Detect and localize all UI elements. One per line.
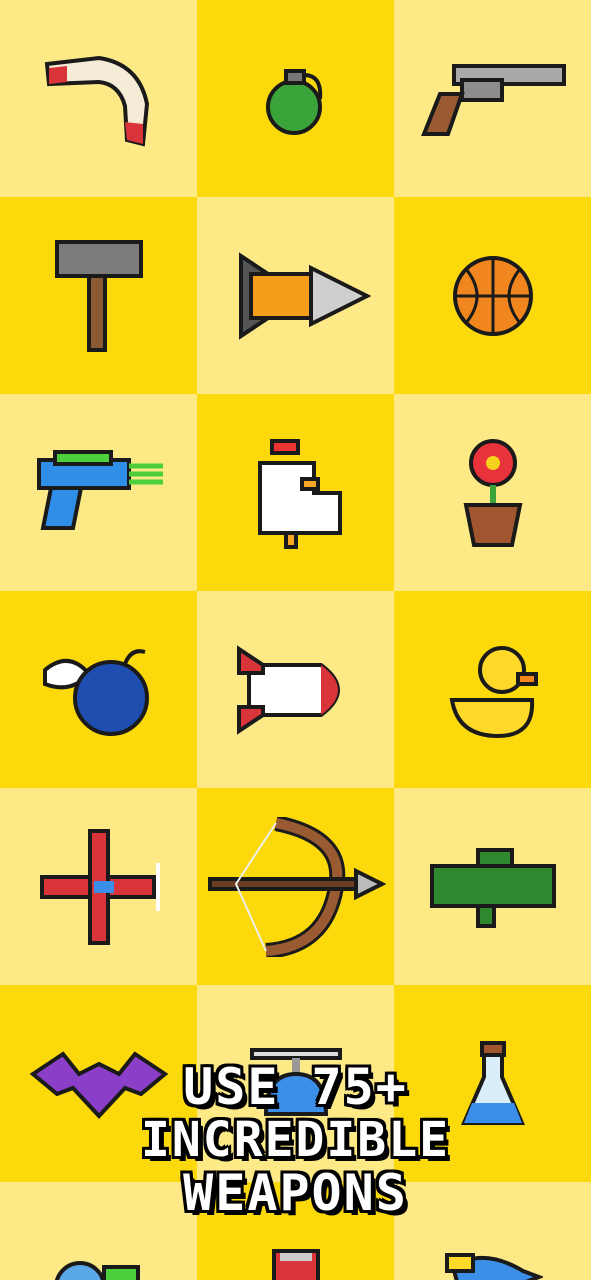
snail-icon (54, 1261, 140, 1280)
potted-flower-icon (463, 438, 522, 547)
weapon-cell (197, 197, 394, 394)
revolver-icon (420, 63, 566, 136)
weapon-cell (394, 197, 591, 394)
boomerang-icon (44, 55, 149, 147)
grenade-icon (265, 68, 322, 135)
promo-caption: USE 75+ INCREDIBLE WEAPONS (0, 1062, 591, 1218)
weapon-cell (394, 591, 591, 788)
bazooka-icon (429, 847, 556, 928)
weapon-cell (197, 788, 394, 985)
weapon-cell (0, 591, 197, 788)
weapon-cell (394, 788, 591, 985)
winged-bomb-icon (42, 648, 149, 736)
basketball-icon (452, 255, 533, 336)
airplane-icon (39, 828, 160, 945)
chicken-icon (257, 438, 342, 549)
weapon-cell (0, 394, 197, 591)
blue-bird-icon (444, 1253, 543, 1280)
weapon-cell (394, 394, 591, 591)
weapon-cell (0, 197, 197, 394)
caption-line-3: WEAPONS (183, 1164, 408, 1222)
weapon-cell (0, 0, 197, 197)
caption-line-2: INCREDIBLE (141, 1112, 450, 1168)
caption-line-1: USE 75+ (183, 1058, 408, 1116)
crossbow-icon (207, 816, 386, 957)
drill-rocket-icon (238, 251, 371, 340)
ray-gun-icon (36, 449, 163, 530)
weapon-cell (197, 591, 394, 788)
weapon-cell (394, 0, 591, 197)
hammer-icon (54, 239, 143, 352)
soda-can-icon (271, 1249, 320, 1280)
rocket-icon (236, 644, 340, 735)
weapon-cell (197, 394, 394, 591)
weapon-cell (197, 0, 394, 197)
weapon-cell (0, 788, 197, 985)
rubber-duck-icon (449, 645, 538, 738)
